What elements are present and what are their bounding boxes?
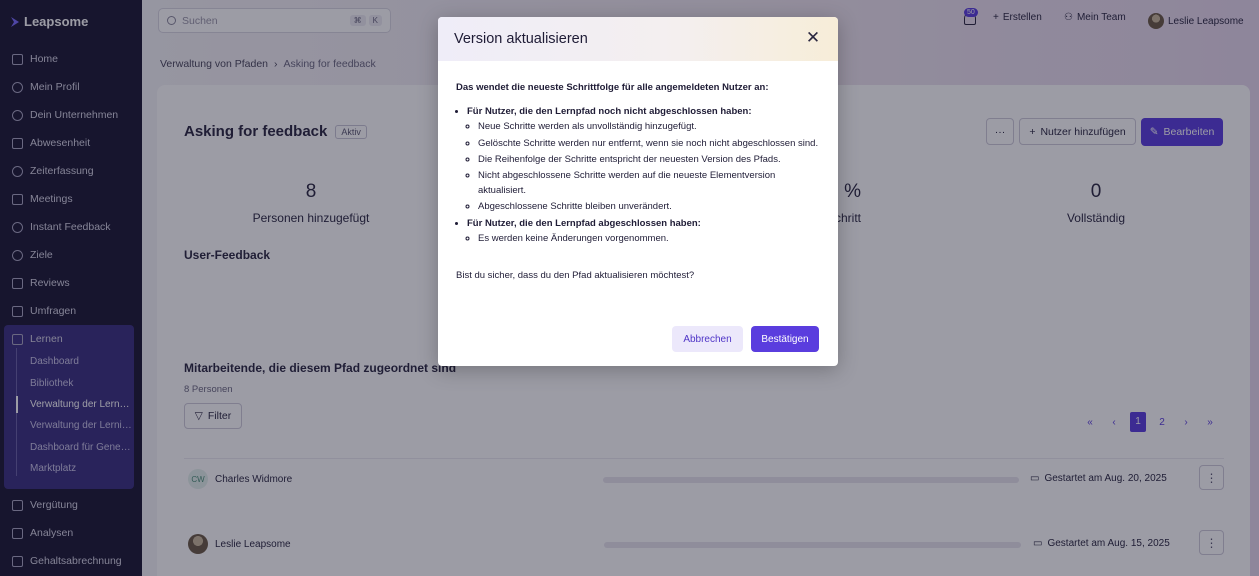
dialog-footer: Abbrechen Bestätigen	[672, 326, 819, 352]
list-item: Gelöschte Schritte werden nur entfernt, …	[478, 136, 820, 151]
dialog-title: Version aktualisieren	[454, 31, 588, 47]
list-item: Die Reihenfolge der Schritte entspricht …	[478, 152, 820, 167]
rules-group-label: Für Nutzer, die den Lernpfad abgeschloss…	[467, 217, 701, 229]
confirm-button[interactable]: Bestätigen	[751, 326, 819, 352]
dialog-header: Version aktualisieren ✕	[438, 17, 838, 61]
rules-group-label: Für Nutzer, die den Lernpfad noch nicht …	[467, 106, 752, 118]
confirm-question: Bist du sicher, dass du den Pfad aktuali…	[456, 269, 695, 281]
list-item: Abgeschlossene Schritte bleiben unveränd…	[478, 199, 820, 214]
list-item: Neue Schritte werden als unvollständig h…	[478, 119, 820, 134]
rules-group-incomplete: Für Nutzer, die den Lernpfad noch nicht …	[467, 104, 820, 214]
rules-list: Für Nutzer, die den Lernpfad noch nicht …	[467, 104, 820, 246]
dialog-intro: Das wendet die neueste Schrittfolge für …	[456, 82, 769, 93]
list-item: Es werden keine Änderungen vorgenommen.	[478, 231, 820, 246]
cancel-button[interactable]: Abbrechen	[672, 326, 743, 352]
rules-group-completed: Für Nutzer, die den Lernpfad abgeschloss…	[467, 216, 820, 246]
dialog-body: Das wendet die neueste Schrittfolge für …	[438, 61, 838, 283]
update-version-dialog: Version aktualisieren ✕ Das wendet die n…	[438, 17, 838, 366]
close-icon[interactable]: ✕	[804, 28, 822, 47]
list-item: Nicht abgeschlossene Schritte werden auf…	[478, 168, 820, 198]
